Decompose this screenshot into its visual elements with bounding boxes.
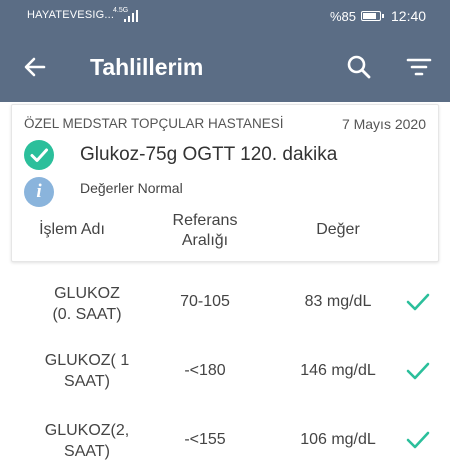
- result-name-line2: SAAT): [64, 443, 110, 460]
- column-header-name: İşlem Adı: [39, 221, 105, 238]
- clock: 12:40: [391, 8, 427, 24]
- check-icon: [406, 362, 430, 380]
- test-name: Glukoz-75g OGTT 120. dakika: [80, 144, 338, 165]
- column-header-reference-line2: Aralığı: [181, 232, 229, 249]
- filter-icon[interactable]: [406, 55, 432, 79]
- test-date: 7 Mayıs 2020: [341, 116, 426, 132]
- result-name-line1: GLUKOZ( 1: [44, 352, 130, 369]
- result-row[interactable]: GLUKOZ (0. SAAT) 70-105 83 mg/dL: [0, 283, 450, 351]
- check-icon: [406, 293, 430, 311]
- result-name: GLUKOZ( 1 SAAT): [22, 350, 152, 392]
- result-status-text: Değerler Normal: [80, 180, 183, 196]
- test-summary-card[interactable]: ÖZEL MEDSTAR TOPÇULAR HASTANESİ 7 Mayıs …: [11, 104, 439, 262]
- arrow-left-icon[interactable]: [22, 54, 48, 80]
- result-value: 106 mg/dL: [300, 431, 376, 448]
- result-name: GLUKOZ(2, SAAT): [22, 420, 152, 462]
- column-header-value: Değer: [316, 221, 360, 238]
- check-icon: [406, 431, 430, 449]
- result-reference-range: -<155: [184, 431, 226, 448]
- column-header-reference-line1: Referans: [172, 212, 238, 229]
- status-bar: HAYATEVESIG... 4.5G %85 12:40: [0, 0, 450, 33]
- result-name-line1: GLUKOZ(2,: [44, 422, 130, 439]
- result-reference-range: 70-105: [180, 293, 230, 310]
- result-reference-range: -<180: [184, 362, 226, 379]
- result-name-line2: SAAT): [64, 373, 110, 390]
- page-title: Tahlillerim: [90, 54, 204, 80]
- result-row[interactable]: GLUKOZ( 1 SAAT) -<180 146 mg/dL: [0, 350, 450, 418]
- battery-percent: %85: [330, 9, 357, 24]
- result-name-line1: GLUKOZ: [54, 285, 120, 302]
- result-value: 83 mg/dL: [304, 293, 372, 310]
- result-name-line2: (0. SAAT): [52, 306, 122, 323]
- carrier-name: HAYATEVESIG...: [27, 9, 115, 21]
- check-circle-icon: [24, 140, 54, 170]
- result-value: 146 mg/dL: [300, 362, 376, 379]
- info-icon: i: [24, 177, 54, 207]
- column-header-reference: Referans Aralığı: [160, 211, 250, 251]
- hospital-name: ÖZEL MEDSTAR TOPÇULAR HASTANESİ: [24, 116, 284, 131]
- signal-icon: [124, 10, 138, 22]
- search-icon[interactable]: [346, 54, 372, 80]
- battery-icon: [361, 11, 384, 21]
- result-row[interactable]: GLUKOZ(2, SAAT) -<155 106 mg/dL: [0, 420, 450, 475]
- result-name: GLUKOZ (0. SAAT): [22, 283, 152, 325]
- app-bar: Tahlillerim: [0, 33, 450, 102]
